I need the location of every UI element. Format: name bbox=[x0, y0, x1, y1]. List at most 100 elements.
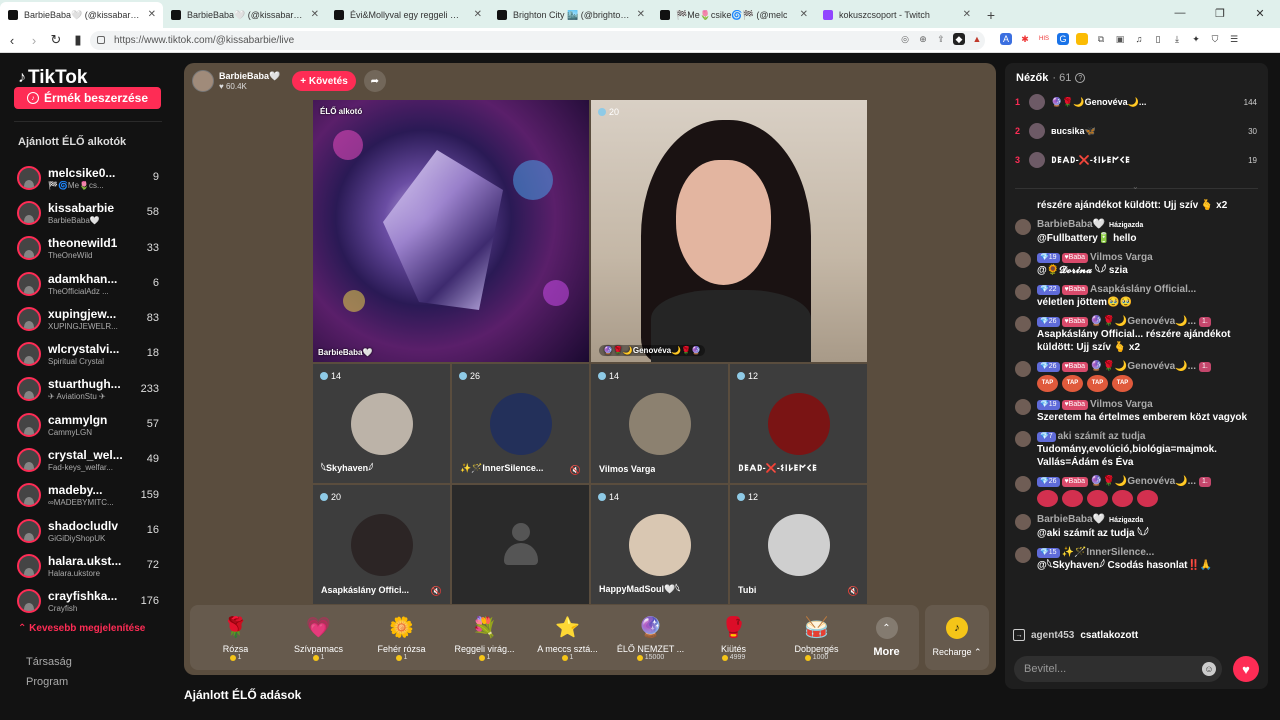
creator-item[interactable]: kissabarbie BarbieBaba🤍 58 bbox=[17, 195, 167, 230]
creator-item[interactable]: cammylgn CammyLGN 57 bbox=[17, 407, 167, 442]
avatar[interactable] bbox=[1015, 431, 1031, 447]
download-icon[interactable]: ⤓ bbox=[1171, 33, 1183, 45]
bookmark-icon[interactable]: ▮ bbox=[68, 30, 88, 50]
message-username[interactable]: BarbieBaba🤍 bbox=[1037, 514, 1105, 525]
message-username[interactable]: 🔮🌹🌙Genovéva🌙... bbox=[1090, 476, 1196, 487]
close-tab-icon[interactable]: ✕ bbox=[474, 9, 482, 20]
creator-item[interactable]: melcsike0... 🏁🌀Me🌷cs... 9 bbox=[17, 160, 167, 195]
zoom-icon[interactable]: ⊕ bbox=[917, 33, 929, 45]
guest-video-tile[interactable]: 14 𓆩Skyhaven𓆪 bbox=[313, 364, 450, 483]
joined-user[interactable]: agent453 bbox=[1031, 630, 1074, 641]
extension-color-icon[interactable] bbox=[1076, 33, 1088, 45]
avatar[interactable] bbox=[1015, 399, 1031, 415]
extension-translate-icon[interactable]: A bbox=[1000, 33, 1012, 45]
close-tab-icon[interactable]: ✕ bbox=[963, 9, 971, 20]
top-viewer-row[interactable]: 2 ʙucsika🦋 30 bbox=[1015, 119, 1260, 143]
guest-video-tile[interactable]: 12 𐌃𐌄𐌀𐌃-❌-𐌔𐌉𐌋𐌄𐌍𐌂𐌄 bbox=[730, 364, 867, 483]
vpn-icon[interactable]: ⛉ bbox=[1209, 33, 1221, 45]
gift-item[interactable]: 💗 Szívpamacs 1 bbox=[277, 605, 360, 670]
avatar[interactable] bbox=[1015, 476, 1031, 492]
avatar[interactable] bbox=[1015, 361, 1031, 377]
creator-item[interactable]: adamkhan... TheOfficialAdz ... 6 bbox=[17, 266, 167, 301]
browser-tab[interactable]: Évi&Mollyval egy reggeli 🥰😍 (@m ✕ bbox=[326, 2, 489, 28]
host-name[interactable]: BarbieBaba🤍 bbox=[219, 71, 280, 82]
gift-item[interactable]: 🌹 Rózsa 1 bbox=[194, 605, 277, 670]
avatar[interactable] bbox=[1015, 252, 1031, 268]
message-username[interactable]: Vilmos Varga bbox=[1090, 399, 1153, 410]
url-field[interactable]: https://www.tiktok.com/@kissabarbie/live… bbox=[90, 31, 985, 50]
guest-video-tile[interactable] bbox=[452, 485, 589, 604]
site-info-icon[interactable] bbox=[97, 36, 105, 44]
gift-item[interactable]: 🌼 Fehér rózsa 1 bbox=[360, 605, 443, 670]
host-video[interactable]: ÉLŐ alkotó BarbieBaba🤍 bbox=[313, 100, 589, 362]
top-viewer-row[interactable]: 3 𐌃𐌄𐌀𐌃-❌-𐌔𐌉𐌋𐌄𐌍𐌂𐌄 19 bbox=[1015, 148, 1260, 172]
creator-item[interactable]: crystal_wel... Fad-keys_welfar... 49 bbox=[17, 442, 167, 477]
extension-his-icon[interactable]: HIS bbox=[1038, 33, 1050, 45]
show-less-link[interactable]: ⌃ Kevesebb megjelenítése bbox=[18, 623, 145, 634]
guest-video-tile[interactable]: 14 Vilmos Varga bbox=[591, 364, 728, 483]
avatar[interactable] bbox=[1015, 514, 1031, 530]
gift-item[interactable]: 🔮 ÉLŐ NEMZET ... 15000 bbox=[609, 605, 692, 670]
message-username[interactable]: aki számít az tudja bbox=[1058, 431, 1146, 442]
message-username[interactable]: Vilmos Varga bbox=[1090, 252, 1153, 263]
tiktok-logo[interactable]: ♪ TikTok bbox=[18, 67, 87, 89]
creator-item[interactable]: wlcrystalvi... Spiritual Crystal 18 bbox=[17, 336, 167, 371]
extension-globe-icon[interactable]: G bbox=[1057, 33, 1069, 45]
browser-tab[interactable]: 🏁Me🌷csike🌀🏁 (@melc ✕ bbox=[652, 2, 815, 28]
emoji-icon[interactable]: ☺ bbox=[1202, 662, 1216, 676]
creator-item[interactable]: theonewild1 TheOneWild 33 bbox=[17, 231, 167, 266]
message-username[interactable]: BarbieBaba🤍 bbox=[1037, 219, 1105, 230]
guest-video-tile[interactable]: 12 Tubi 🔇 bbox=[730, 485, 867, 604]
shield-icon[interactable]: ◆ bbox=[953, 33, 965, 45]
avatar[interactable] bbox=[1015, 547, 1031, 563]
forward-icon[interactable]: › bbox=[24, 30, 44, 50]
message-username[interactable]: ✨🪄InnerSilence... bbox=[1062, 547, 1155, 558]
message-username[interactable]: Asapkáslány Official... bbox=[1090, 284, 1196, 295]
extension-star-icon[interactable]: ✱ bbox=[1019, 33, 1031, 45]
browser-tab[interactable]: BarbieBaba🤍 (@kissabarbie ✕ bbox=[0, 2, 163, 28]
browser-tab[interactable]: Brighton City 🏙️ (@brighton.city) ÉLŐ ✕ bbox=[489, 2, 652, 28]
leo-icon[interactable]: ✦ bbox=[1190, 33, 1202, 45]
maximize-icon[interactable]: ❐ bbox=[1200, 0, 1240, 26]
gift-item[interactable]: ⭐ A meccs sztá... 1 bbox=[526, 605, 609, 670]
gift-item[interactable]: 🥊 Kiütés 4999 bbox=[692, 605, 775, 670]
footer-link-program[interactable]: Program bbox=[26, 676, 68, 688]
share-icon[interactable]: ➦ bbox=[363, 70, 386, 92]
back-icon[interactable]: ‹ bbox=[2, 30, 22, 50]
footer-link-company[interactable]: Társaság bbox=[26, 656, 72, 668]
music-icon[interactable]: ♫ bbox=[1133, 33, 1145, 45]
like-heart-button[interactable]: ♥ bbox=[1233, 656, 1259, 682]
chevron-down-icon[interactable]: ⌄ bbox=[1132, 182, 1139, 191]
extension-box-icon[interactable]: ▣ bbox=[1114, 33, 1126, 45]
creator-item[interactable]: madeby... ∞MADEBYMITC... 159 bbox=[17, 478, 167, 513]
creator-item[interactable]: stuarthugh... ✈ AviationStu ✈ 233 bbox=[17, 372, 167, 407]
gift-item[interactable]: 💐 Reggeli virág... 1 bbox=[443, 605, 526, 670]
follow-button[interactable]: + Követés bbox=[292, 71, 356, 91]
sidebar-toggle-icon[interactable]: ▯ bbox=[1152, 33, 1164, 45]
extension-puzzle-icon[interactable]: ⧉ bbox=[1095, 33, 1107, 45]
share-page-icon[interactable]: ⇪ bbox=[935, 33, 947, 45]
minimize-icon[interactable]: — bbox=[1160, 0, 1200, 26]
warning-icon[interactable]: ▲ bbox=[971, 33, 983, 45]
close-window-icon[interactable]: ✕ bbox=[1240, 0, 1280, 26]
recharge-button[interactable]: ♪ Recharge ⌃ bbox=[925, 605, 989, 670]
creator-item[interactable]: halara.ukst... Halara.ukstore 72 bbox=[17, 548, 167, 583]
creator-item[interactable]: xupingjew... XUPINGJEWELR... 83 bbox=[17, 301, 167, 336]
close-tab-icon[interactable]: ✕ bbox=[637, 9, 645, 20]
chat-input[interactable]: Bevitel... ☺ bbox=[1014, 656, 1222, 682]
close-tab-icon[interactable]: ✕ bbox=[311, 9, 319, 20]
guest-video-tile[interactable]: 26 ✨🪄InnerSilence... 🔇 bbox=[452, 364, 589, 483]
host-avatar[interactable] bbox=[192, 70, 214, 92]
message-username[interactable]: 🔮🌹🌙Genovéva🌙... bbox=[1090, 361, 1196, 372]
creator-item[interactable]: shadocludlv GiGiDiyShopUK 16 bbox=[17, 513, 167, 548]
message-username[interactable]: 🔮🌹🌙Genovéva🌙... bbox=[1090, 316, 1196, 327]
close-tab-icon[interactable]: ✕ bbox=[800, 9, 808, 20]
avatar[interactable] bbox=[1015, 284, 1031, 300]
avatar[interactable] bbox=[1015, 316, 1031, 332]
avatar[interactable] bbox=[1015, 219, 1031, 235]
more-gifts-button[interactable]: ⌃ More bbox=[858, 605, 915, 670]
guest-video-tile[interactable]: 20 Asapkáslány Offici... 🔇 bbox=[313, 485, 450, 604]
cast-icon[interactable]: ◎ bbox=[899, 33, 911, 45]
gift-item[interactable]: 🥁 Dobpergés 1000 bbox=[775, 605, 858, 670]
cohost-video[interactable]: 20 🔮🌹🌙Genovéva🌙🌹🔮 bbox=[591, 100, 867, 362]
